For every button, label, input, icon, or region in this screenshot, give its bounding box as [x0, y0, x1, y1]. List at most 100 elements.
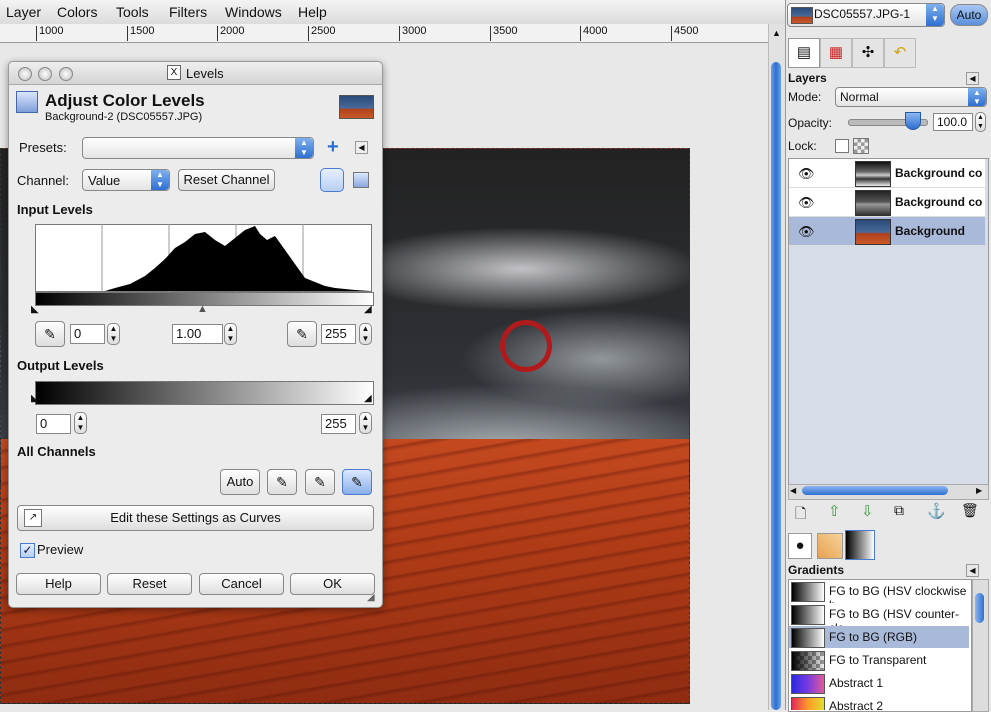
menu-tools[interactable]: Tools — [116, 4, 149, 20]
gradient-name: Abstract 1 — [829, 676, 884, 690]
menu-filters[interactable]: Filters — [169, 4, 207, 20]
input-high-handle[interactable]: ◢ — [364, 304, 372, 315]
layer-name: Background co — [895, 195, 983, 209]
layer-thumbnail — [855, 190, 891, 216]
output-high-spinner[interactable]: ▲ ▼ — [359, 412, 372, 434]
gradient-item[interactable]: FG to BG (HSV clockwise h — [789, 580, 969, 612]
input-low-field[interactable]: 0 — [70, 324, 105, 344]
presets-combo[interactable]: ▲ ▼ — [82, 137, 314, 159]
pick-white-eyedropper-icon[interactable]: ✎ — [342, 469, 372, 495]
raise-layer-icon[interactable]: ⇧ — [828, 502, 841, 520]
paths-tab-icon[interactable]: ✣ — [852, 38, 884, 68]
dialog-titlebar[interactable]: X Levels — [9, 62, 382, 85]
annotation-circle — [500, 320, 552, 372]
levels-dialog: X Levels Adjust Color Levels Background-… — [8, 61, 383, 608]
new-layer-icon[interactable]: 🗋 — [795, 503, 806, 527]
gradient-item[interactable]: FG to BG (RGB) — [789, 626, 969, 648]
reset-channel-button[interactable]: Reset Channel — [178, 169, 275, 191]
opacity-field[interactable]: 100.0 — [933, 113, 973, 131]
pick-black-eyedropper-icon[interactable]: ✎ — [267, 469, 297, 495]
output-low-handle[interactable]: ◣ — [31, 393, 39, 404]
layer-row[interactable]: 👁 Background co — [789, 159, 985, 188]
auto-button[interactable]: Auto — [220, 469, 260, 495]
layer-row[interactable]: 👁 Background co — [789, 188, 985, 217]
pick-white-point-icon[interactable]: ✎ — [287, 321, 317, 347]
zoom-window-button[interactable] — [59, 67, 73, 81]
lock-pixels-checkbox[interactable] — [835, 139, 849, 153]
ruler-tick: 2000 — [217, 26, 244, 41]
linear-histogram-icon[interactable] — [320, 168, 344, 192]
input-high-spinner[interactable]: ▲ ▼ — [359, 323, 372, 345]
lock-alpha-icon[interactable] — [853, 138, 869, 154]
scroll-left-icon[interactable]: ◀ — [790, 486, 796, 495]
menu-colors[interactable]: Colors — [57, 4, 97, 20]
input-low-handle[interactable]: ◣ — [31, 304, 39, 315]
anchor-layer-icon[interactable]: ⚓ — [927, 502, 946, 520]
pick-black-point-icon[interactable]: ✎ — [35, 321, 65, 347]
gradient-item[interactable]: Abstract 1 — [789, 672, 969, 694]
visibility-eye-icon[interactable]: 👁 — [798, 195, 815, 211]
close-window-button[interactable] — [18, 67, 32, 81]
visibility-eye-icon[interactable]: 👁 — [798, 224, 815, 240]
log-histogram-icon[interactable] — [353, 172, 369, 188]
preview-checkbox[interactable]: ✓ — [20, 543, 35, 558]
gradient-item[interactable]: FG to Transparent — [789, 649, 969, 671]
layer-thumbnail — [855, 219, 891, 245]
resize-grip-icon[interactable]: ◢ — [367, 592, 375, 603]
input-gamma-field[interactable]: 1.00 — [172, 324, 223, 344]
histogram — [35, 224, 372, 292]
lower-layer-icon[interactable]: ⇩ — [861, 502, 874, 520]
gradients-tab-icon[interactable] — [845, 530, 875, 560]
layers-tab-icon[interactable]: ▤ — [788, 38, 820, 68]
visibility-eye-icon[interactable]: 👁 — [798, 166, 815, 182]
chevron-updown-icon: ▲ ▼ — [968, 88, 986, 106]
add-preset-icon[interactable]: + — [327, 136, 339, 159]
input-low-spinner[interactable]: ▲ ▼ — [107, 323, 120, 345]
output-low-spinner[interactable]: ▲ ▼ — [74, 412, 87, 434]
channels-tab-icon[interactable]: ▦ — [820, 38, 852, 68]
input-gamma-handle[interactable]: ▲ — [197, 303, 208, 315]
gradient-item[interactable]: FG to BG (HSV counter-clo — [789, 603, 969, 635]
undo-tab-icon[interactable]: ↶ — [884, 38, 916, 68]
gradient-item[interactable]: Abstract 2 — [789, 695, 969, 710]
input-high-field[interactable]: 255 — [321, 324, 356, 344]
reset-button[interactable]: Reset — [107, 573, 192, 595]
gradients-menu-icon[interactable]: ◀ — [966, 564, 979, 577]
duplicate-layer-icon[interactable]: ⧉ — [894, 502, 904, 519]
input-levels-label: Input Levels — [17, 202, 93, 217]
channel-combo[interactable]: Value ▲ ▼ — [82, 169, 170, 191]
canvas-scroll-thumb[interactable] — [771, 62, 781, 710]
output-high-handle[interactable]: ◢ — [364, 393, 372, 404]
menu-help[interactable]: Help — [298, 4, 327, 20]
layer-row[interactable]: 👁 Background — [789, 217, 985, 246]
menu-bar: Layer Colors Tools Filters Windows Help — [0, 0, 785, 25]
layers-menu-icon[interactable]: ◀ — [966, 72, 979, 85]
opacity-spinner[interactable]: ▲ ▼ — [975, 112, 986, 132]
delete-layer-icon[interactable]: 🗑 — [961, 502, 979, 519]
scroll-up-icon[interactable]: ▲ — [772, 28, 781, 38]
output-low-field[interactable]: 0 — [36, 414, 71, 434]
menu-windows[interactable]: Windows — [225, 4, 282, 20]
pick-gray-eyedropper-icon[interactable]: ✎ — [305, 469, 335, 495]
gradients-scroll-thumb[interactable] — [975, 593, 984, 623]
minimize-window-button[interactable] — [38, 67, 52, 81]
input-gamma-spinner[interactable]: ▲ ▼ — [224, 323, 237, 345]
image-select-combo[interactable]: DSC05557.JPG-1 ▲ ▼ — [787, 3, 945, 27]
preset-menu-icon[interactable]: ◀ — [355, 141, 368, 154]
ok-button[interactable]: OK — [290, 573, 375, 595]
levels-icon — [16, 91, 38, 113]
layers-hscroll-thumb[interactable] — [802, 486, 948, 495]
patterns-tab-icon[interactable] — [817, 533, 843, 559]
ruler-tick: 1000 — [36, 26, 63, 41]
cancel-button[interactable]: Cancel — [199, 573, 284, 595]
scroll-right-icon[interactable]: ▶ — [976, 486, 982, 495]
menu-layer[interactable]: Layer — [6, 4, 41, 20]
edit-as-curves-button[interactable]: ↗ Edit these Settings as Curves — [17, 505, 374, 531]
brushes-tab-icon[interactable]: ● — [788, 533, 812, 559]
opacity-slider-handle[interactable] — [905, 112, 921, 130]
layer-preview-thumbnail — [339, 95, 374, 119]
auto-image-button[interactable]: Auto — [950, 4, 988, 26]
mode-combo[interactable]: Normal ▲ ▼ — [835, 87, 987, 107]
help-button[interactable]: Help — [16, 573, 101, 595]
output-high-field[interactable]: 255 — [321, 414, 356, 434]
